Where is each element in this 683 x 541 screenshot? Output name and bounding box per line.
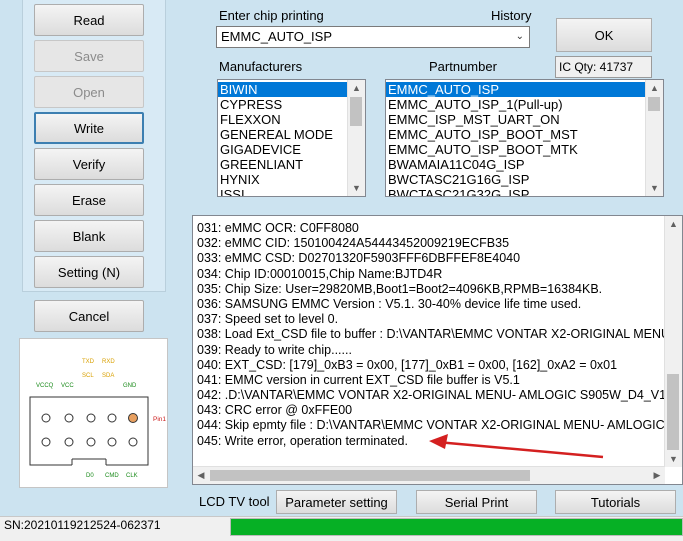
manufacturer-item[interactable]: ISSI <box>218 187 365 196</box>
partnumber-item[interactable]: EMMC_AUTO_ISP <box>386 82 645 97</box>
manufacturer-item[interactable]: HYNIX <box>218 172 365 187</box>
pin-dot <box>64 413 74 423</box>
partnumber-item[interactable]: BWAMAIA11C04G_ISP <box>386 157 663 172</box>
pin-label-vcc: VCC <box>61 383 74 389</box>
pin-dot <box>86 437 96 447</box>
log-output[interactable]: 031: eMMC OCR: C0FF8080 032: eMMC CID: 15… <box>192 215 683 485</box>
manufacturer-item[interactable]: GIGADEVICE <box>218 142 365 157</box>
scroll-thumb[interactable] <box>648 97 660 111</box>
pin-label-txd: TXD <box>82 359 95 365</box>
manufacturer-item[interactable]: BIWIN <box>218 82 347 97</box>
scroll-down-icon[interactable]: ▼ <box>348 180 365 196</box>
serial-number-text: SN:20210119212524-062371 <box>4 518 161 532</box>
lcd-tv-tool-label: LCD TV tool <box>199 494 270 509</box>
scroll-up-icon[interactable]: ▲ <box>646 80 663 96</box>
partnumber-item[interactable]: EMMC_ISP_MST_UART_ON <box>386 112 663 127</box>
pin-label-vccq: VCCQ <box>36 383 54 389</box>
scroll-down-icon[interactable]: ▼ <box>646 180 663 196</box>
write-button[interactable]: Write <box>34 112 144 144</box>
pin-label-cmd: CMD <box>105 473 119 479</box>
erase-button[interactable]: Erase <box>34 184 144 216</box>
save-button[interactable]: Save <box>34 40 144 72</box>
pin-dot <box>107 413 117 423</box>
progress-bar <box>230 518 683 536</box>
manufacturer-item[interactable]: GENEREAL MODE <box>218 127 365 142</box>
pin-label-sda: SDA <box>102 373 114 379</box>
ok-button[interactable]: OK <box>556 18 652 52</box>
setting-button[interactable]: Setting (N) <box>34 256 144 288</box>
chevron-down-icon[interactable]: ⌄ <box>516 27 524 47</box>
scroll-up-icon[interactable]: ▲ <box>348 80 365 96</box>
tutorials-button[interactable]: Tutorials <box>555 490 676 514</box>
partnumber-list[interactable]: EMMC_AUTO_ISP EMMC_AUTO_ISP_1(Pull-up) EMM… <box>385 79 664 197</box>
pin-dot <box>107 437 117 447</box>
read-button[interactable]: Read <box>34 4 144 36</box>
pin-dot <box>64 437 74 447</box>
manufacturers-scrollbar[interactable]: ▲ ▼ <box>347 80 365 196</box>
partnumber-item[interactable]: EMMC_AUTO_ISP_1(Pull-up) <box>386 97 663 112</box>
pin1-label: Pin1 <box>153 416 166 423</box>
partnumber-item[interactable]: EMMC_AUTO_ISP_BOOT_MTK <box>386 142 663 157</box>
partnumber-item[interactable]: BWCTASC21G16G_ISP <box>386 172 663 187</box>
chip-printing-value: EMMC_AUTO_ISP <box>221 29 333 44</box>
manufacturers-list[interactable]: BIWIN CYPRESS FLEXXON GENEREAL MODE GIGADEVI… <box>217 79 366 197</box>
pinout-svg: TXD RXD SCL SDA VCCQ VCC GND Pin1 D0 CMD… <box>29 359 166 479</box>
red-arrow-annotation <box>429 434 604 459</box>
pin-label-d0: D0 <box>86 473 94 479</box>
manufacturer-item[interactable]: GREENLIANT <box>218 157 365 172</box>
enter-chip-label: Enter chip printing <box>219 8 324 23</box>
parameter-setting-button[interactable]: Parameter setting <box>276 490 397 514</box>
progress-fill <box>231 519 682 535</box>
blank-button[interactable]: Blank <box>34 220 144 252</box>
open-button[interactable]: Open <box>34 76 144 108</box>
partnumber-scrollbar[interactable]: ▲ ▼ <box>645 80 663 196</box>
connector-outline <box>29 396 149 466</box>
manufacturer-item[interactable]: CYPRESS <box>218 97 365 112</box>
pin-label-gnd: GND <box>123 383 137 389</box>
partnumber-item[interactable]: EMMC_AUTO_ISP_BOOT_MST <box>386 127 663 142</box>
partnumber-label: Partnumber <box>429 59 497 74</box>
history-label: History <box>491 8 532 23</box>
serial-print-button[interactable]: Serial Print <box>416 490 537 514</box>
pin-dot <box>128 437 138 447</box>
verify-button[interactable]: Verify <box>34 148 144 180</box>
scroll-thumb[interactable] <box>350 97 362 126</box>
emmc-pinout-diagram: TXD RXD SCL SDA VCCQ VCC GND Pin1 D0 CMD… <box>19 338 168 488</box>
pin1-dot <box>128 413 138 423</box>
cancel-button[interactable]: Cancel <box>34 300 144 332</box>
pin-dot <box>86 413 96 423</box>
pin-dot <box>41 437 51 447</box>
manufacturer-item[interactable]: FLEXXON <box>218 112 365 127</box>
partnumber-item[interactable]: BWCTASC21G32G_ISP <box>386 187 663 196</box>
arrow-head <box>429 434 448 449</box>
chip-printing-combobox[interactable]: EMMC_AUTO_ISP ⌄ <box>216 26 530 48</box>
pin-dot <box>41 413 51 423</box>
pin-label-rxd: RXD <box>102 359 115 365</box>
pin-label-clk: CLK <box>126 473 138 479</box>
pin-label-scl: SCL <box>82 373 94 379</box>
ic-qty-display: IC Qty: 41737 <box>555 56 652 78</box>
manufacturers-label: Manufacturers <box>219 59 303 74</box>
arrow-shaft <box>436 440 604 459</box>
